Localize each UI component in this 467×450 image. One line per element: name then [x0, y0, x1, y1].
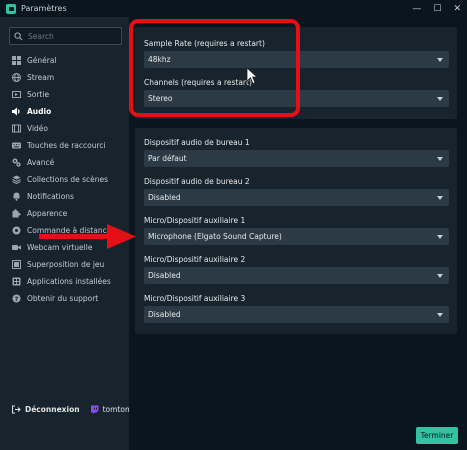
mouse-cursor-icon	[246, 67, 258, 85]
sidebar-item-appearance[interactable]: Apparence	[0, 205, 129, 222]
chevron-down-icon	[437, 157, 443, 161]
sidebar-item-audio[interactable]: Audio	[0, 103, 129, 120]
chevron-down-icon	[437, 97, 443, 101]
window-title: Paramètres	[21, 4, 67, 13]
sidebar-item-scene-collections[interactable]: Collections de scènes	[0, 171, 129, 188]
settings-nav: Général Stream Sortie Audio Vidéo Touche…	[0, 52, 129, 307]
sidebar-item-label: Applications installées	[27, 277, 111, 286]
chevron-down-icon	[437, 274, 443, 278]
keyboard-icon	[12, 141, 21, 150]
app-logo-icon	[6, 3, 16, 14]
globe-icon	[12, 73, 21, 82]
sidebar-item-label: Vidéo	[27, 124, 49, 133]
desktop-audio-2-label: Dispositif audio de bureau 2	[144, 177, 250, 186]
film-icon	[12, 124, 21, 133]
logout-icon	[12, 405, 21, 414]
sidebar-item-label: Superposition de jeu	[27, 260, 105, 269]
logout-button[interactable]: Déconnexion	[25, 405, 80, 414]
sidebar-item-label: Audio	[27, 107, 52, 116]
mic-aux-1-value: Microphone (Elgato Sound Capture)	[148, 232, 282, 241]
mic-aux-3-value: Disabled	[148, 310, 181, 319]
sidebar-item-label: Notifications	[27, 192, 74, 201]
sidebar-item-label: Général	[27, 56, 57, 65]
puzzle-icon	[12, 209, 21, 218]
sidebar-item-output[interactable]: Sortie	[0, 86, 129, 103]
sidebar-item-label: Collections de scènes	[27, 175, 109, 184]
annotation-highlight-box	[129, 19, 300, 117]
twitch-icon	[90, 405, 99, 414]
search-input[interactable]: Search	[9, 27, 122, 45]
desktop-audio-1-select[interactable]: Par défaut	[144, 150, 449, 167]
sidebar-item-installed-apps[interactable]: Applications installées	[0, 273, 129, 290]
layers-icon	[12, 175, 21, 184]
apps-icon	[12, 277, 21, 286]
overlay-icon	[12, 260, 21, 269]
sidebar-item-hotkeys[interactable]: Touches de raccourci	[0, 137, 129, 154]
chevron-down-icon	[437, 313, 443, 317]
help-icon: ?	[12, 294, 21, 303]
sidebar-item-general[interactable]: Général	[0, 52, 129, 69]
chevron-down-icon	[437, 58, 443, 62]
mic-aux-2-label: Micro/Dispositif auxiliaire 2	[144, 255, 246, 264]
sidebar-item-notifications[interactable]: Notifications	[0, 188, 129, 205]
sidebar-item-video[interactable]: Vidéo	[0, 120, 129, 137]
account-username: tomtom	[102, 405, 133, 414]
maximize-button[interactable]: ☐	[433, 4, 441, 14]
sidebar-item-label: Stream	[27, 73, 55, 82]
sidebar-item-support[interactable]: ? Obtenir du support	[0, 290, 129, 307]
audio-devices-panel: Dispositif audio de bureau 1 Par défaut …	[135, 128, 457, 334]
search-icon	[14, 31, 23, 41]
minimize-button[interactable]: —	[412, 4, 421, 14]
sidebar-item-label: Avancé	[27, 158, 55, 167]
account-area: Déconnexion tomtom	[12, 405, 132, 414]
sidebar-item-advanced[interactable]: Avancé	[0, 154, 129, 171]
sidebar-item-label: Touches de raccourci	[27, 141, 106, 150]
title-bar: Paramètres — ☐ ✕	[0, 0, 467, 17]
mic-aux-3-select[interactable]: Disabled	[144, 306, 449, 323]
sidebar-item-label: Obtenir du support	[27, 294, 99, 303]
sidebar-item-label: Sortie	[27, 90, 50, 99]
camera-icon	[12, 243, 21, 252]
chevron-down-icon	[437, 235, 443, 239]
mic-aux-1-label: Micro/Dispositif auxiliaire 1	[144, 216, 246, 225]
search-placeholder: Search	[28, 31, 54, 41]
grid-icon	[12, 56, 21, 65]
sidebar-item-label: Apparence	[27, 209, 68, 218]
mic-aux-2-value: Disabled	[148, 271, 181, 280]
desktop-audio-2-select[interactable]: Disabled	[144, 189, 449, 206]
output-icon	[12, 90, 21, 99]
mic-aux-2-select[interactable]: Disabled	[144, 267, 449, 284]
gears-icon	[12, 158, 21, 167]
speaker-icon	[12, 107, 21, 116]
sidebar-item-game-overlay[interactable]: Superposition de jeu	[0, 256, 129, 273]
mic-aux-3-label: Micro/Dispositif auxiliaire 3	[144, 294, 246, 303]
remote-icon	[12, 226, 21, 235]
chevron-down-icon	[437, 196, 443, 200]
mic-aux-1-select[interactable]: Microphone (Elgato Sound Capture)	[144, 228, 449, 245]
desktop-audio-2-value: Disabled	[148, 193, 181, 202]
bell-icon	[12, 192, 21, 201]
done-button[interactable]: Terminer	[416, 427, 458, 444]
desktop-audio-1-value: Par défaut	[148, 154, 187, 163]
annotation-arrow-icon	[39, 224, 136, 249]
svg-text:?: ?	[15, 295, 19, 303]
sidebar-item-stream[interactable]: Stream	[0, 69, 129, 86]
desktop-audio-1-label: Dispositif audio de bureau 1	[144, 138, 250, 147]
close-button[interactable]: ✕	[453, 4, 461, 14]
